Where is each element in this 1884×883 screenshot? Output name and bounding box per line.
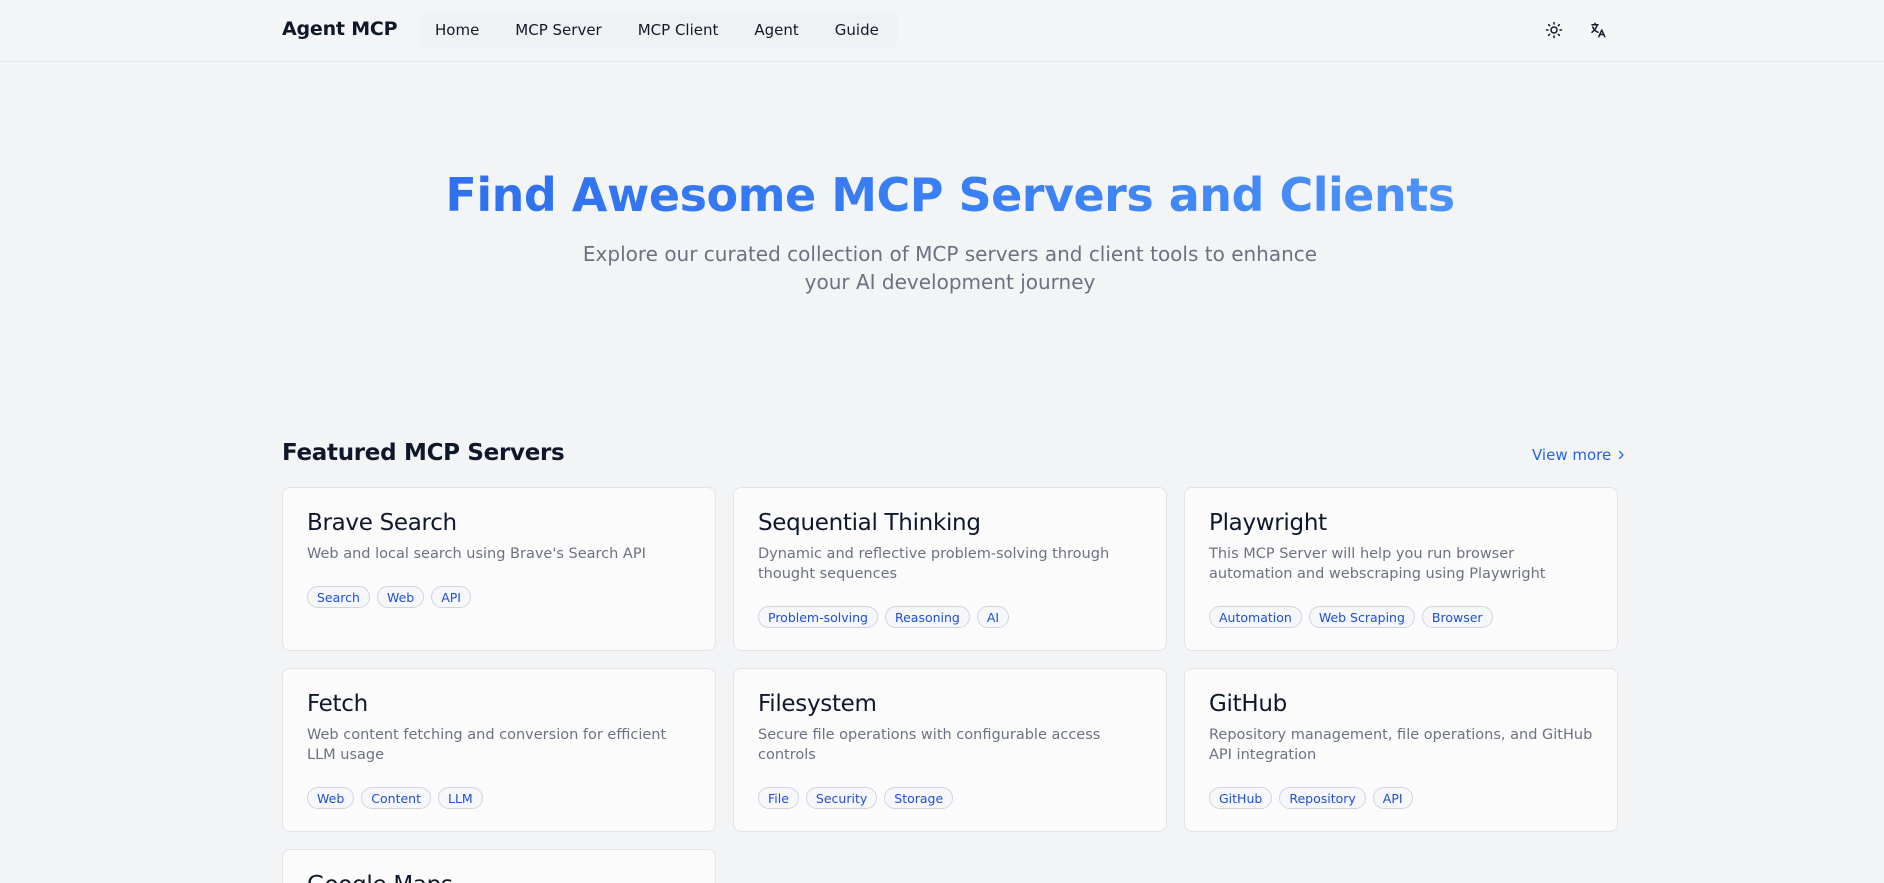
server-card-filesystem[interactable]: Filesystem Secure file operations with c…: [733, 668, 1167, 832]
view-more-label: View more: [1532, 446, 1612, 464]
card-title: Fetch: [307, 691, 368, 717]
tag-list: Web Content LLM: [307, 787, 691, 809]
tag: Browser: [1421, 606, 1493, 628]
card-title: Sequential Thinking: [758, 510, 981, 536]
hero-title: Find Awesome MCP Servers and Clients: [0, 168, 1884, 222]
tag: Problem-solving: [758, 606, 878, 628]
top-header: Agent MCP Home MCP Server MCP Client Age…: [0, 0, 1884, 62]
section-title: Featured MCP Servers: [282, 440, 565, 466]
server-card-google-maps[interactable]: Google Maps: [282, 849, 716, 883]
card-title: Playwright: [1209, 510, 1327, 536]
language-button[interactable]: [1584, 16, 1612, 44]
tag: Repository: [1279, 787, 1366, 809]
nav-agent[interactable]: Agent: [736, 12, 816, 48]
hero-subtitle: Explore our curated collection of MCP se…: [582, 242, 1318, 294]
sun-icon: [1545, 21, 1563, 39]
card-title: Brave Search: [307, 510, 457, 536]
tag-list: File Security Storage: [758, 787, 1142, 809]
card-description: Dynamic and reflective problem-solving t…: [758, 546, 1110, 582]
card-title: GitHub: [1209, 691, 1287, 717]
card-description: This MCP Server will help you run browse…: [1209, 546, 1546, 582]
card-description: Secure file operations with configurable…: [758, 727, 1101, 763]
main-nav: Home MCP Server MCP Client Agent Guide: [420, 12, 897, 48]
tag-list: Problem-solving Reasoning AI: [758, 606, 1142, 628]
tag: Storage: [884, 787, 954, 809]
card-description: Repository management, file operations, …: [1209, 727, 1593, 763]
chevron-right-icon: [1619, 450, 1624, 460]
tag: Content: [361, 787, 431, 809]
tag: Reasoning: [884, 606, 970, 628]
tag: GitHub: [1209, 787, 1273, 809]
nav-guide[interactable]: Guide: [817, 12, 897, 48]
view-more-link[interactable]: View more: [1532, 446, 1627, 464]
card-description: Web content fetching and conversion for …: [307, 727, 667, 763]
tag: Security: [805, 787, 878, 809]
theme-toggle-button[interactable]: [1540, 16, 1568, 44]
tag-list: Automation Web Scraping Browser: [1209, 606, 1593, 628]
card-title: Google Maps: [307, 872, 691, 883]
tag: AI: [976, 606, 1010, 628]
card-description: Web and local search using Brave's Searc…: [307, 546, 646, 562]
server-card-playwright[interactable]: Playwright This MCP Server will help you…: [1184, 487, 1618, 651]
tag: API: [431, 586, 471, 608]
server-card-sequential-thinking[interactable]: Sequential Thinking Dynamic and reflecti…: [733, 487, 1167, 651]
tag-list: GitHub Repository API: [1209, 787, 1593, 809]
site-logo[interactable]: Agent MCP: [282, 18, 398, 40]
tag: Web: [376, 586, 425, 608]
tag: Web Scraping: [1308, 606, 1415, 628]
server-card-github[interactable]: GitHub Repository management, file opera…: [1184, 668, 1618, 832]
server-card-grid: Brave Search Web and local search using …: [282, 487, 1618, 883]
translate-icon: [1591, 22, 1606, 38]
tag: File: [758, 787, 799, 809]
server-card-fetch[interactable]: Fetch Web content fetching and conversio…: [282, 668, 716, 832]
server-card-brave-search[interactable]: Brave Search Web and local search using …: [282, 487, 716, 651]
nav-home[interactable]: Home: [420, 12, 497, 48]
nav-mcp-client[interactable]: MCP Client: [620, 12, 737, 48]
tag: Automation: [1209, 606, 1302, 628]
tag: LLM: [437, 787, 483, 809]
tag: Search: [307, 586, 370, 608]
card-title: Filesystem: [758, 691, 877, 717]
tag-list: Search Web API: [307, 586, 691, 608]
tag: API: [1372, 787, 1413, 809]
nav-mcp-server[interactable]: MCP Server: [497, 12, 619, 48]
tag: Web: [307, 787, 355, 809]
